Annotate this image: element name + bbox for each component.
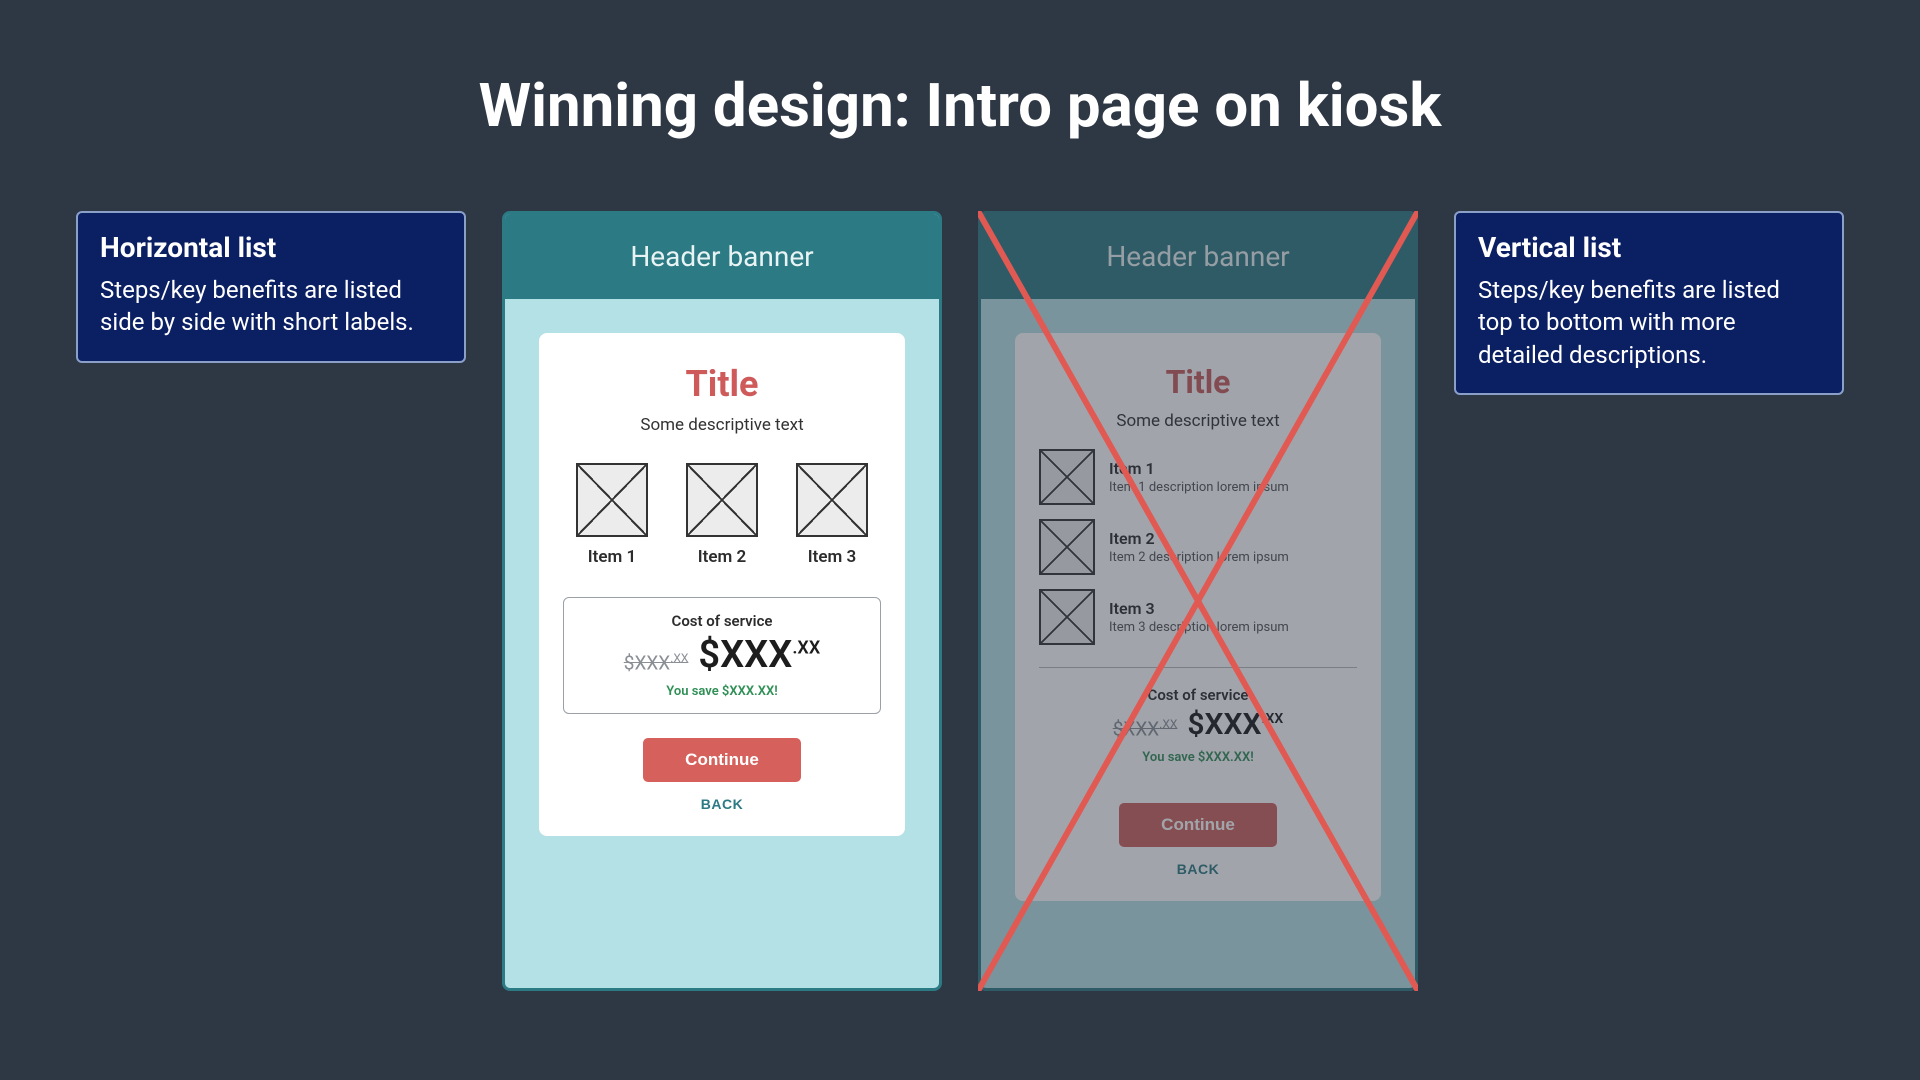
- vertical-item-list: Item 1 Item 1 description lorem ipsum It…: [1039, 449, 1357, 645]
- image-placeholder-icon: [796, 463, 868, 537]
- card-subtitle: Some descriptive text: [640, 415, 803, 435]
- list-item: Item 1: [576, 463, 648, 567]
- callout-horizontal-list: Horizontal list Steps/key benefits are l…: [76, 211, 466, 363]
- callout-heading: Vertical list: [1478, 231, 1820, 264]
- image-placeholder-icon: [1039, 589, 1095, 645]
- header-banner: Header banner: [981, 214, 1415, 299]
- list-item: Item 2: [686, 463, 758, 567]
- image-placeholder-icon: [576, 463, 648, 537]
- card-subtitle: Some descriptive text: [1116, 411, 1279, 431]
- callout-body: Steps/key benefits are listed side by si…: [100, 274, 442, 339]
- item-text: Item 2 Item 2 description lorem ipsum: [1109, 529, 1289, 565]
- horizontal-item-row: Item 1 Item 2 Item 3: [576, 463, 868, 567]
- kiosk-rejected: Header banner Title Some descriptive tex…: [978, 211, 1418, 991]
- kiosk-winning: Header banner Title Some descriptive tex…: [502, 211, 942, 991]
- item-description: Item 3 description lorem ipsum: [1109, 620, 1289, 635]
- savings-text: You save $XXX.XX!: [574, 684, 870, 699]
- item-text: Item 3 Item 3 description lorem ipsum: [1109, 599, 1289, 635]
- old-price-main: $XXX: [1113, 717, 1159, 740]
- item-label: Item 1: [1109, 459, 1289, 478]
- price-row: $XXX.XX $XXX.XX: [574, 636, 870, 674]
- back-button[interactable]: BACK: [1177, 861, 1219, 877]
- new-price-main: $XXX: [698, 633, 792, 677]
- back-button[interactable]: BACK: [701, 796, 743, 812]
- new-price: $XXX.XX: [698, 636, 820, 674]
- continue-button[interactable]: Continue: [1119, 803, 1277, 847]
- item-label: Item 3: [808, 547, 856, 567]
- cost-label: Cost of service: [574, 612, 870, 630]
- intro-card: Title Some descriptive text Item 1 Item …: [1015, 333, 1381, 901]
- item-label: Item 1: [588, 547, 636, 567]
- cost-box: Cost of service $XXX.XX $XXX.XX You save…: [563, 597, 881, 714]
- new-price-main: $XXX: [1187, 707, 1261, 742]
- item-label: Item 2: [1109, 529, 1289, 548]
- image-placeholder-icon: [1039, 519, 1095, 575]
- continue-button[interactable]: Continue: [643, 738, 801, 782]
- intro-card: Title Some descriptive text Item 1 Item …: [539, 333, 905, 836]
- old-price-main: $XXX: [624, 651, 670, 674]
- list-item: Item 3 Item 3 description lorem ipsum: [1039, 589, 1357, 645]
- old-price-cents: .XX: [670, 651, 688, 665]
- item-label: Item 3: [1109, 599, 1289, 618]
- kiosk-rejected-wrap: Header banner Title Some descriptive tex…: [978, 211, 1418, 991]
- cost-label: Cost of service: [1049, 686, 1347, 704]
- comparison-stage: Horizontal list Steps/key benefits are l…: [0, 211, 1920, 991]
- list-item: Item 2 Item 2 description lorem ipsum: [1039, 519, 1357, 575]
- item-label: Item 2: [698, 547, 746, 567]
- item-description: Item 1 description lorem ipsum: [1109, 480, 1289, 495]
- new-price-cents: .XX: [792, 637, 820, 658]
- callout-heading: Horizontal list: [100, 231, 442, 264]
- new-price-cents: .XX: [1262, 711, 1284, 727]
- card-title: Title: [686, 363, 759, 405]
- new-price: $XXX.XX: [1187, 710, 1283, 740]
- savings-text: You save $XXX.XX!: [1049, 750, 1347, 765]
- list-item: Item 3: [796, 463, 868, 567]
- header-banner: Header banner: [505, 214, 939, 299]
- callout-body: Steps/key benefits are listed top to bot…: [1478, 274, 1820, 371]
- callout-vertical-list: Vertical list Steps/key benefits are lis…: [1454, 211, 1844, 395]
- old-price: $XXX.XX: [624, 651, 689, 674]
- card-title: Title: [1166, 363, 1231, 401]
- old-price: $XXX.XX: [1113, 717, 1178, 740]
- item-text: Item 1 Item 1 description lorem ipsum: [1109, 459, 1289, 495]
- item-description: Item 2 description lorem ipsum: [1109, 550, 1289, 565]
- image-placeholder-icon: [686, 463, 758, 537]
- page-title: Winning design: Intro page on kiosk: [0, 0, 1920, 141]
- price-row: $XXX.XX $XXX.XX: [1049, 710, 1347, 740]
- image-placeholder-icon: [1039, 449, 1095, 505]
- old-price-cents: .XX: [1159, 717, 1177, 731]
- list-item: Item 1 Item 1 description lorem ipsum: [1039, 449, 1357, 505]
- cost-box: Cost of service $XXX.XX $XXX.XX You save…: [1039, 667, 1357, 779]
